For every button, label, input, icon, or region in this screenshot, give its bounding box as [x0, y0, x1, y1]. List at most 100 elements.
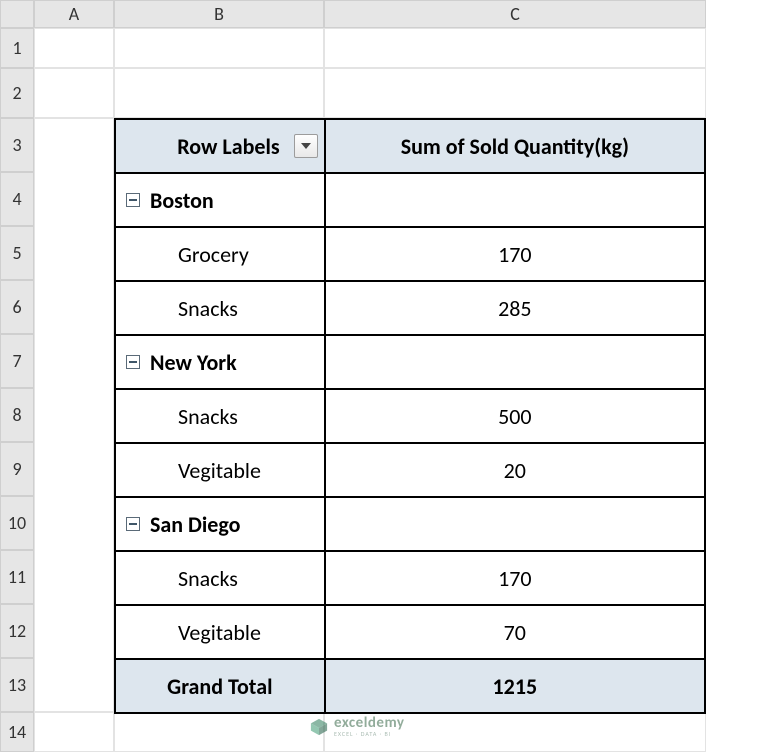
- row-header-3-label: 3: [12, 134, 21, 156]
- item-sandiego-1-label: Vegitable: [178, 619, 261, 646]
- item-sandiego-1[interactable]: Vegitable: [115, 605, 325, 659]
- cell-a2[interactable]: [34, 68, 114, 118]
- group-sandiego-value[interactable]: [325, 497, 705, 551]
- group-newyork[interactable]: New York: [115, 335, 325, 389]
- row-header-11-label: 11: [8, 566, 26, 588]
- col-header-b[interactable]: B: [114, 0, 324, 28]
- value-boston-0-text: 170: [498, 241, 531, 268]
- item-newyork-1[interactable]: Vegitable: [115, 443, 325, 497]
- minus-icon: [129, 523, 137, 525]
- col-header-c-label: C: [510, 3, 520, 25]
- row-header-1-label: 1: [12, 37, 21, 59]
- value-boston-0[interactable]: 170: [325, 227, 705, 281]
- row-header-12-label: 12: [8, 620, 26, 642]
- row-header-10[interactable]: 10: [0, 496, 34, 550]
- row-header-13-label: 13: [8, 674, 26, 696]
- row-header-12[interactable]: 12: [0, 604, 34, 658]
- row-header-8[interactable]: 8: [0, 388, 34, 442]
- row-header-14[interactable]: 14: [0, 712, 34, 752]
- row-header-4-label: 4: [12, 188, 21, 210]
- watermark-text: exceldemy EXCEL · DATA · BI: [334, 716, 405, 737]
- value-newyork-1[interactable]: 20: [325, 443, 705, 497]
- cell-b1[interactable]: [114, 28, 324, 68]
- row-header-1[interactable]: 1: [0, 28, 34, 68]
- col-header-b-label: B: [214, 3, 224, 25]
- value-sandiego-1[interactable]: 70: [325, 605, 705, 659]
- table-row: Vegitable 20: [115, 443, 705, 497]
- cell-b14[interactable]: [114, 712, 324, 752]
- group-newyork-value[interactable]: [325, 335, 705, 389]
- row-header-7[interactable]: 7: [0, 334, 34, 388]
- chevron-down-icon: [301, 143, 311, 149]
- pivot-header-row-labels-text: Row Labels: [177, 133, 279, 160]
- select-all-corner[interactable]: [0, 0, 34, 28]
- col-header-c[interactable]: C: [324, 0, 706, 28]
- row-labels-filter-button[interactable]: [294, 134, 318, 158]
- value-newyork-0[interactable]: 500: [325, 389, 705, 443]
- cell-c1[interactable]: [324, 28, 706, 68]
- row-header-7-label: 7: [12, 350, 21, 372]
- row-header-3[interactable]: 3: [0, 118, 34, 172]
- group-sandiego[interactable]: San Diego: [115, 497, 325, 551]
- collapse-button-newyork[interactable]: [126, 355, 140, 369]
- row-header-11[interactable]: 11: [0, 550, 34, 604]
- group-boston[interactable]: Boston: [115, 173, 325, 227]
- row-header-5[interactable]: 5: [0, 226, 34, 280]
- value-newyork-1-text: 20: [504, 457, 526, 484]
- value-newyork-0-text: 500: [498, 403, 531, 430]
- item-boston-1-label: Snacks: [178, 295, 238, 322]
- row-header-13[interactable]: 13: [0, 658, 34, 712]
- cell-a1[interactable]: [34, 28, 114, 68]
- row-header-9[interactable]: 9: [0, 442, 34, 496]
- row-header-2[interactable]: 2: [0, 68, 34, 118]
- item-boston-1[interactable]: Snacks: [115, 281, 325, 335]
- cell-a14[interactable]: [34, 712, 114, 752]
- group-sandiego-label: San Diego: [150, 511, 240, 538]
- minus-icon: [129, 199, 137, 201]
- table-row: Snacks 170: [115, 551, 705, 605]
- cell-c2[interactable]: [324, 68, 706, 118]
- value-boston-1[interactable]: 285: [325, 281, 705, 335]
- group-boston-label: Boston: [150, 187, 214, 214]
- row-header-10-label: 10: [8, 512, 26, 534]
- grand-total-label-cell[interactable]: Grand Total: [115, 659, 325, 713]
- col-header-a[interactable]: A: [34, 0, 114, 28]
- grand-total-label: Grand Total: [167, 673, 272, 700]
- group-boston-value[interactable]: [325, 173, 705, 227]
- collapse-button-sandiego[interactable]: [126, 517, 140, 531]
- value-sandiego-1-text: 70: [504, 619, 526, 646]
- row-header-9-label: 9: [12, 458, 21, 480]
- table-row: Boston: [115, 173, 705, 227]
- grand-total-value-cell[interactable]: 1215: [325, 659, 705, 713]
- watermark: exceldemy EXCEL · DATA · BI: [310, 716, 405, 737]
- row-header-5-label: 5: [12, 242, 21, 264]
- item-newyork-0[interactable]: Snacks: [115, 389, 325, 443]
- pivot-table: Row Labels Sum of Sold Quantity(kg) Bost…: [114, 118, 706, 714]
- table-row: San Diego: [115, 497, 705, 551]
- row-header-4[interactable]: 4: [0, 172, 34, 226]
- pivot-header-value-text: Sum of Sold Quantity(kg): [401, 133, 629, 160]
- item-sandiego-0[interactable]: Snacks: [115, 551, 325, 605]
- pivot-header-value[interactable]: Sum of Sold Quantity(kg): [325, 119, 705, 173]
- grand-total-row: Grand Total 1215: [115, 659, 705, 713]
- item-newyork-1-label: Vegitable: [178, 457, 261, 484]
- value-sandiego-0[interactable]: 170: [325, 551, 705, 605]
- value-boston-1-text: 285: [498, 295, 531, 322]
- group-newyork-label: New York: [150, 349, 237, 376]
- table-row: Grocery 170: [115, 227, 705, 281]
- table-row: Snacks 500: [115, 389, 705, 443]
- cell-b2[interactable]: [114, 68, 324, 118]
- watermark-tagline: EXCEL · DATA · BI: [334, 731, 405, 737]
- value-sandiego-0-text: 170: [498, 565, 531, 592]
- collapse-button-boston[interactable]: [126, 193, 140, 207]
- item-boston-0-label: Grocery: [178, 241, 249, 268]
- grand-total-value: 1215: [493, 673, 538, 700]
- spreadsheet: A B C 1 2 3 4 5 6 7 8 9 10 11 12 13 14 R…: [0, 0, 768, 752]
- pivot-header-row-labels[interactable]: Row Labels: [115, 119, 325, 173]
- item-newyork-0-label: Snacks: [178, 403, 238, 430]
- item-boston-0[interactable]: Grocery: [115, 227, 325, 281]
- cell-a-strip[interactable]: [34, 118, 114, 712]
- table-row: Vegitable 70: [115, 605, 705, 659]
- row-header-6[interactable]: 6: [0, 280, 34, 334]
- table-row: New York: [115, 335, 705, 389]
